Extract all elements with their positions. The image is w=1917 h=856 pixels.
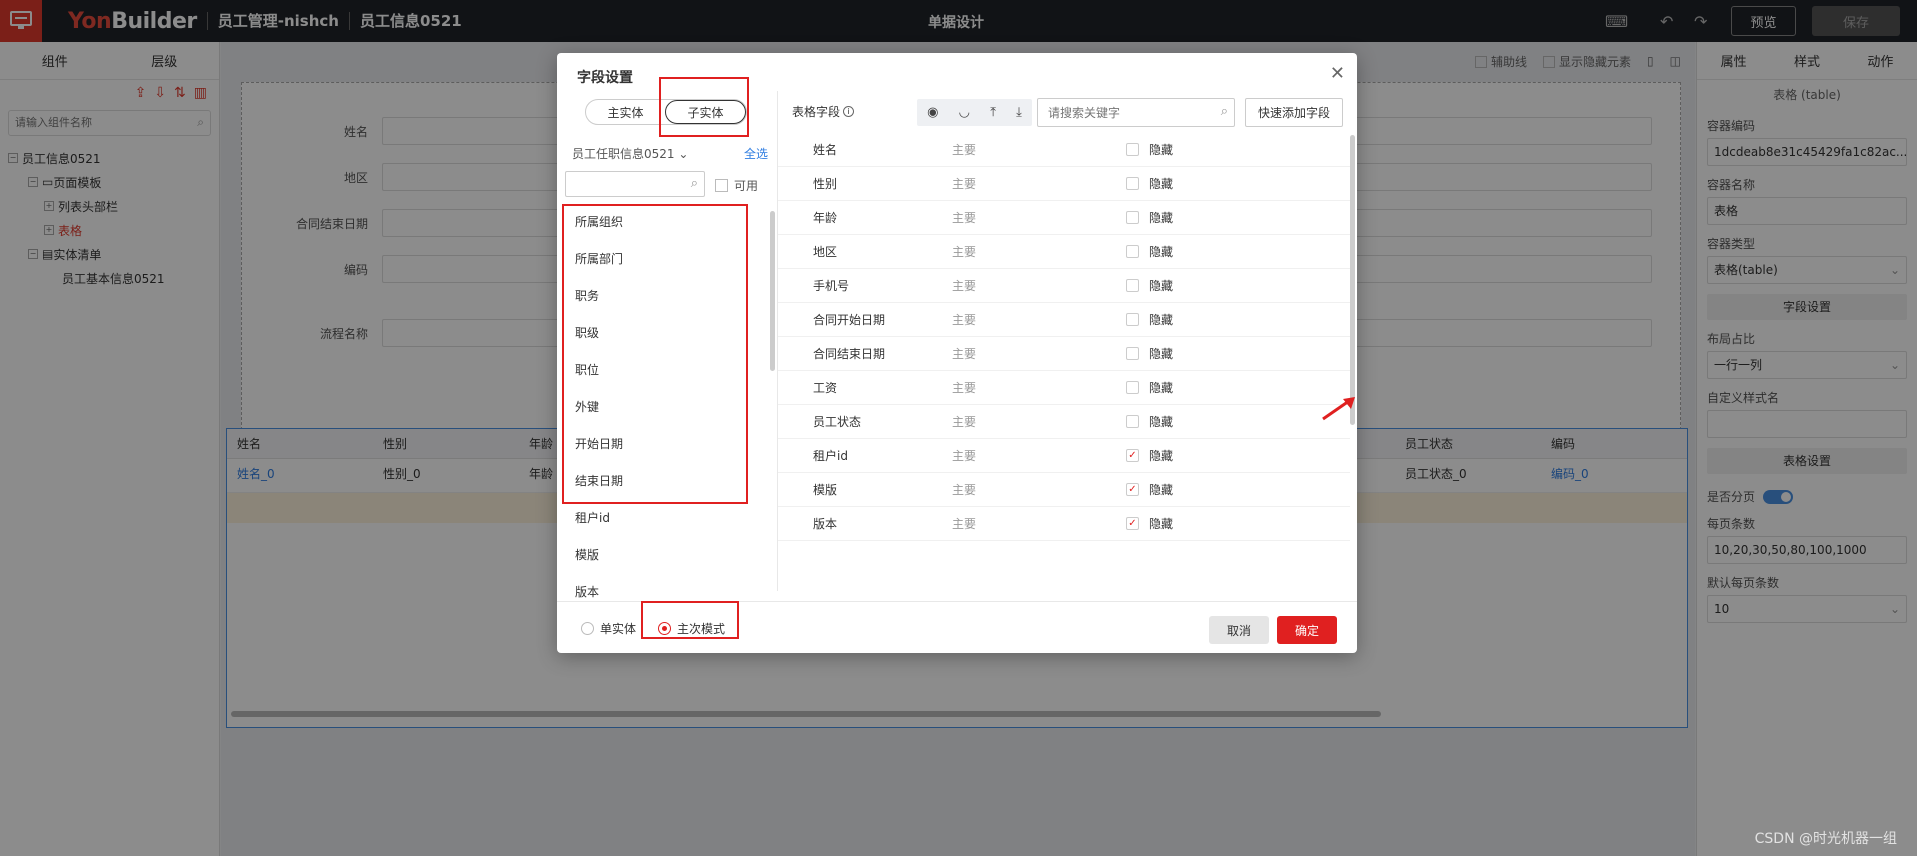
- hidden-toggle[interactable]: 隐藏: [1126, 277, 1173, 294]
- table-row[interactable]: 编码主要隐藏: [778, 541, 1350, 543]
- field-name: 姓名: [813, 143, 838, 157]
- field-type: 主要: [952, 313, 977, 327]
- list-item[interactable]: 租户id: [564, 499, 770, 536]
- cancel-button[interactable]: 取消: [1209, 616, 1269, 644]
- field-search-input[interactable]: ⌕: [565, 171, 705, 197]
- hidden-toggle[interactable]: 隐藏: [1126, 345, 1173, 362]
- field-type: 主要: [952, 381, 977, 395]
- field-name: 员工状态: [813, 415, 862, 429]
- tab-main-entity[interactable]: 主实体: [586, 100, 665, 124]
- hidden-toggle[interactable]: 隐藏: [1126, 379, 1173, 396]
- field-name: 手机号: [813, 279, 850, 293]
- quick-add-field-button[interactable]: 快速添加字段: [1245, 98, 1343, 127]
- hidden-checkbox[interactable]: [1126, 347, 1139, 360]
- hidden-checkbox[interactable]: ✓: [1126, 483, 1139, 496]
- search-icon: ⌕: [1220, 104, 1228, 119]
- table-row[interactable]: 手机号 主要 隐藏: [778, 269, 1350, 303]
- field-name: 性别: [813, 177, 838, 191]
- hidden-checkbox[interactable]: ✓: [1126, 449, 1139, 462]
- hidden-toggle[interactable]: 隐藏: [1126, 209, 1173, 226]
- field-type: 主要: [952, 483, 977, 497]
- eye-closed-icon[interactable]: ◡: [959, 105, 970, 120]
- field-name: 地区: [813, 245, 838, 259]
- hidden-checkbox[interactable]: [1126, 245, 1139, 258]
- search-icon: ⌕: [690, 176, 698, 191]
- vertical-scrollbar[interactable]: [1350, 135, 1355, 425]
- keyword-search-input[interactable]: [1038, 99, 1208, 126]
- field-type: 主要: [952, 415, 977, 429]
- hidden-toggle[interactable]: ✓ 隐藏: [1126, 447, 1173, 464]
- available-checkbox[interactable]: [715, 179, 728, 192]
- eye-icon[interactable]: ◉: [927, 105, 938, 120]
- table-row[interactable]: 租户id 主要 ✓ 隐藏: [778, 439, 1350, 473]
- hidden-checkbox[interactable]: [1126, 415, 1139, 428]
- select-all-link[interactable]: 全选: [744, 145, 768, 162]
- field-settings-dialog: 字段设置 ✕ 主实体 子实体 员工任职信息0521 ⌄ 全选 ⌕ 可用 所属组织…: [557, 53, 1357, 653]
- field-type: 主要: [952, 279, 977, 293]
- hidden-toggle[interactable]: 隐藏: [1126, 141, 1173, 158]
- field-name: 版本: [813, 517, 838, 531]
- chevron-down-icon: ⌄: [678, 147, 689, 161]
- table-row[interactable]: 合同开始日期 主要 隐藏: [778, 303, 1350, 337]
- hidden-checkbox[interactable]: [1126, 177, 1139, 190]
- field-type: 主要: [952, 211, 977, 225]
- field-type: 主要: [952, 517, 977, 531]
- field-type: 主要: [952, 347, 977, 361]
- hidden-toggle[interactable]: 隐藏: [1126, 243, 1173, 260]
- table-row[interactable]: 模版 主要 ✓ 隐藏: [778, 473, 1350, 507]
- arrow-annotation: [1322, 397, 1355, 421]
- move-top-icon[interactable]: ⤒: [990, 105, 996, 120]
- close-icon[interactable]: ✕: [1330, 63, 1345, 84]
- info-icon[interactable]: i: [843, 106, 855, 117]
- table-row[interactable]: 姓名 主要 隐藏: [778, 133, 1350, 167]
- field-name: 工资: [813, 381, 838, 395]
- table-row[interactable]: 合同结束日期 主要 隐藏: [778, 337, 1350, 371]
- hidden-toggle[interactable]: 隐藏: [1126, 413, 1173, 430]
- table-row[interactable]: 性别 主要 隐藏: [778, 167, 1350, 201]
- dialog-title: 字段设置: [577, 70, 633, 86]
- field-name: 租户id: [813, 449, 848, 463]
- keyword-search[interactable]: ⌕: [1037, 98, 1235, 127]
- hidden-toggle[interactable]: 隐藏: [1126, 175, 1173, 192]
- table-row[interactable]: 版本 主要 ✓ 隐藏: [778, 507, 1350, 541]
- field-type: 主要: [952, 177, 977, 191]
- highlight-box: [562, 204, 748, 504]
- table-row[interactable]: 地区 主要 隐藏: [778, 235, 1350, 269]
- table-row[interactable]: 员工状态 主要 隐藏: [778, 405, 1350, 439]
- hidden-toggle[interactable]: ✓ 隐藏: [1126, 481, 1173, 498]
- available-filter[interactable]: 可用: [715, 177, 758, 194]
- field-type: 主要: [952, 245, 977, 259]
- table-row[interactable]: 工资 主要 隐藏: [778, 371, 1350, 405]
- hidden-toggle[interactable]: 隐藏: [1126, 311, 1173, 328]
- highlight-box: [659, 77, 749, 137]
- field-type: 主要: [952, 143, 977, 157]
- field-name: 合同结束日期: [813, 347, 886, 361]
- vertical-scrollbar[interactable]: [770, 211, 775, 371]
- table-row[interactable]: 年龄 主要 隐藏: [778, 201, 1350, 235]
- watermark: CSDN @时光机器一组: [1754, 831, 1897, 847]
- hidden-checkbox[interactable]: ✓: [1126, 517, 1139, 530]
- hidden-checkbox[interactable]: [1126, 279, 1139, 292]
- move-bottom-icon[interactable]: ⤓: [1016, 105, 1022, 120]
- table-field-list: 姓名 主要 隐藏 性别 主要 隐藏 年龄 主要 隐藏 地区 主要 隐藏 手机号 主要 隐藏 合同开始日期 主要隐…: [778, 133, 1350, 543]
- field-name: 模版: [813, 483, 838, 497]
- list-item[interactable]: 模版: [564, 536, 770, 573]
- hidden-toggle[interactable]: ✓ 隐藏: [1126, 515, 1173, 532]
- entity-select[interactable]: 员工任职信息0521 ⌄: [572, 145, 688, 162]
- hidden-checkbox[interactable]: [1126, 143, 1139, 156]
- hidden-checkbox[interactable]: [1126, 313, 1139, 326]
- radio-single-entity[interactable]: 单实体: [581, 620, 636, 637]
- field-name: 年龄: [813, 211, 838, 225]
- field-type: 主要: [952, 449, 977, 463]
- field-name: 合同开始日期: [813, 313, 886, 327]
- hidden-checkbox[interactable]: [1126, 211, 1139, 224]
- field-tool-group: ◉ ◡ ⤒ ⤓: [917, 99, 1032, 126]
- hidden-checkbox[interactable]: [1126, 381, 1139, 394]
- table-fields-label: 表格字段 i: [792, 103, 855, 120]
- highlight-box: [641, 601, 739, 639]
- confirm-button[interactable]: 确定: [1277, 616, 1337, 644]
